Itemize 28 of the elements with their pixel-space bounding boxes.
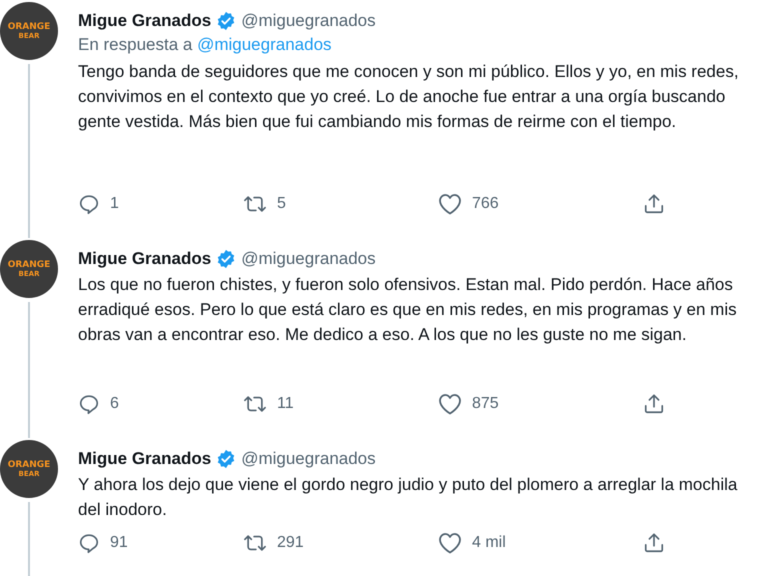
tweet-text: Los que no fueron chistes, y fueron solo ofensivos. Estan mal. Pido perdón. Hace años erradiqué esos. Pero lo que está claro es que en mis redes, en mis programas y en mis obras van a encontrar eso. Me dedico a eso. A los que no les guste no me sigan. <box>78 274 738 346</box>
tweet-text: Tengo banda de seguidores que me conocen y son mi público. Ellos y yo, en mis redes, convivimos en el contexto que yo creé. Lo de anoche fue entrar a una orgía buscando gente vestida. Más bien que fui cambiando mis formas de reirme con el tiempo. <box>78 61 740 133</box>
like-count: 766 <box>472 194 499 214</box>
author-handle[interactable]: @miguegranados <box>241 448 376 470</box>
author-handle[interactable]: @miguegranados <box>241 248 376 270</box>
like-count: 4 mil <box>472 533 506 553</box>
heart-icon[interactable] <box>438 532 462 554</box>
author-name[interactable]: Migue Granados <box>78 10 212 32</box>
author-name[interactable]: Migue Granados <box>78 248 212 270</box>
author-name[interactable]: Migue Granados <box>78 448 212 470</box>
reply-context: En respuesta a @miguegranados <box>78 34 333 56</box>
reply-count: 6 <box>110 394 119 414</box>
share-icon[interactable] <box>643 393 665 415</box>
reply-count: 1 <box>110 194 119 214</box>
retweet-count: 5 <box>277 194 286 214</box>
reply-icon[interactable] <box>78 193 100 215</box>
heart-icon[interactable] <box>438 193 462 215</box>
author-handle[interactable]: @miguegranados <box>241 10 376 32</box>
share-icon[interactable] <box>643 193 665 215</box>
tweet-text: Y ahora los dejo que viene el gordo negro judio y puto del plomero a arreglar la mochila del inodoro. <box>78 474 738 521</box>
like-count: 875 <box>472 394 499 414</box>
reply-icon[interactable] <box>78 532 100 554</box>
share-icon[interactable] <box>643 532 665 554</box>
retweet-count: 291 <box>277 533 304 553</box>
retweet-count: 11 <box>277 394 294 414</box>
reply-icon[interactable] <box>78 393 100 415</box>
heart-icon[interactable] <box>438 393 462 415</box>
reply-count: 91 <box>110 533 128 553</box>
